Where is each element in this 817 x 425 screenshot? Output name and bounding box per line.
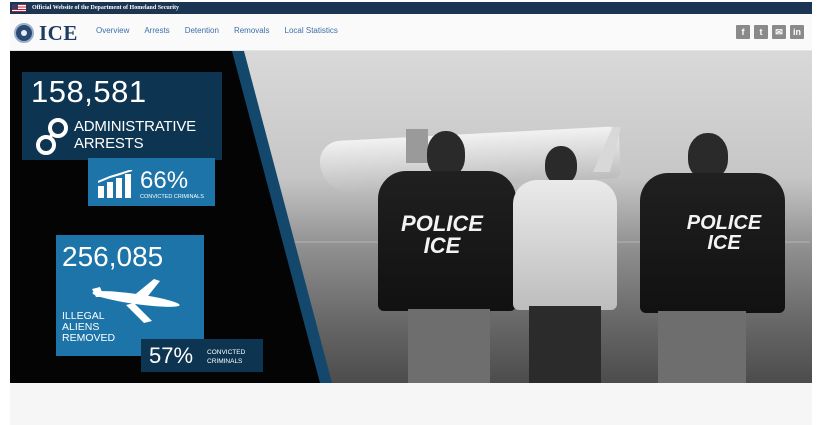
gov-banner: Official Website of the Department of Ho… — [10, 2, 812, 14]
jacket-right-line1: POLICE — [686, 212, 762, 234]
removals-percent: 57% — [149, 343, 194, 368]
main-nav: Overview Arrests Detention Removals Loca… — [96, 26, 353, 35]
nav-overview[interactable]: Overview — [96, 26, 129, 35]
facebook-icon[interactable]: f — [736, 25, 750, 39]
arrests-percent: 66% — [140, 167, 189, 194]
arrests-label-line2: ARRESTS — [74, 135, 144, 152]
nav-arrests[interactable]: Arrests — [144, 26, 169, 35]
arrests-number: 158,581 — [31, 74, 147, 109]
twitter-icon[interactable]: t — [754, 25, 768, 39]
ice-logo[interactable]: ICE — [14, 21, 78, 45]
arrests-label-line1: ADMINISTRATIVE — [74, 118, 196, 135]
nav-removals[interactable]: Removals — [234, 26, 270, 35]
linkedin-icon[interactable]: in — [790, 25, 804, 39]
arrests-stat-panel: 158,581 ADMINISTRATIVE ARRESTS — [22, 72, 222, 160]
jacket-right-line2: ICE — [707, 232, 741, 254]
email-icon[interactable]: ✉ — [772, 25, 786, 39]
jacket-left-line2: ICE — [423, 233, 461, 258]
page-bottom — [10, 383, 812, 425]
nav-local-statistics[interactable]: Local Statistics — [285, 26, 338, 35]
removals-label: ILLEGAL ALIENS REMOVED — [62, 311, 115, 344]
arrests-label: ADMINISTRATIVE ARRESTS — [74, 118, 196, 152]
bar-chart-icon — [98, 170, 133, 198]
removals-percent-panel: 57% CONVICTED CRIMINALS — [141, 339, 263, 372]
site-header: ICE Overview Arrests Detention Removals … — [10, 14, 812, 51]
officer-left: POLICE ICE — [370, 131, 520, 383]
removals-label-line3: REMOVED — [62, 332, 116, 344]
logo-text: ICE — [39, 20, 78, 45]
removals-percent-caption: CONVICTED CRIMINALS — [207, 348, 245, 366]
jacket-left-line1: POLICE — [401, 211, 483, 236]
officer-right: POLICE ICE — [630, 133, 790, 383]
gov-banner-text: Official Website of the Department of Ho… — [32, 5, 180, 11]
removals-caption-line1: CONVICTED — [207, 349, 246, 356]
us-flag-icon — [12, 4, 26, 12]
hero-banner: POLICE ICE POLICE ICE 158,581 ADMINISTRA… — [10, 51, 812, 383]
removals-caption-line2: CRIMINALS — [207, 358, 243, 365]
nav-detention[interactable]: Detention — [185, 26, 219, 35]
social-links: f t ✉ in — [732, 25, 804, 39]
arrests-percent-panel: 66% CONVICTED CRIMINALS — [88, 158, 215, 206]
dhs-seal-icon — [14, 23, 34, 43]
handcuffs-icon — [36, 118, 68, 155]
removals-stat-panel: 256,085 ILLEGAL ALIENS REMOVED — [56, 235, 204, 356]
detainee — [505, 146, 625, 383]
removals-number: 256,085 — [62, 241, 164, 272]
arrests-percent-caption: CONVICTED CRIMINALS — [140, 194, 204, 200]
